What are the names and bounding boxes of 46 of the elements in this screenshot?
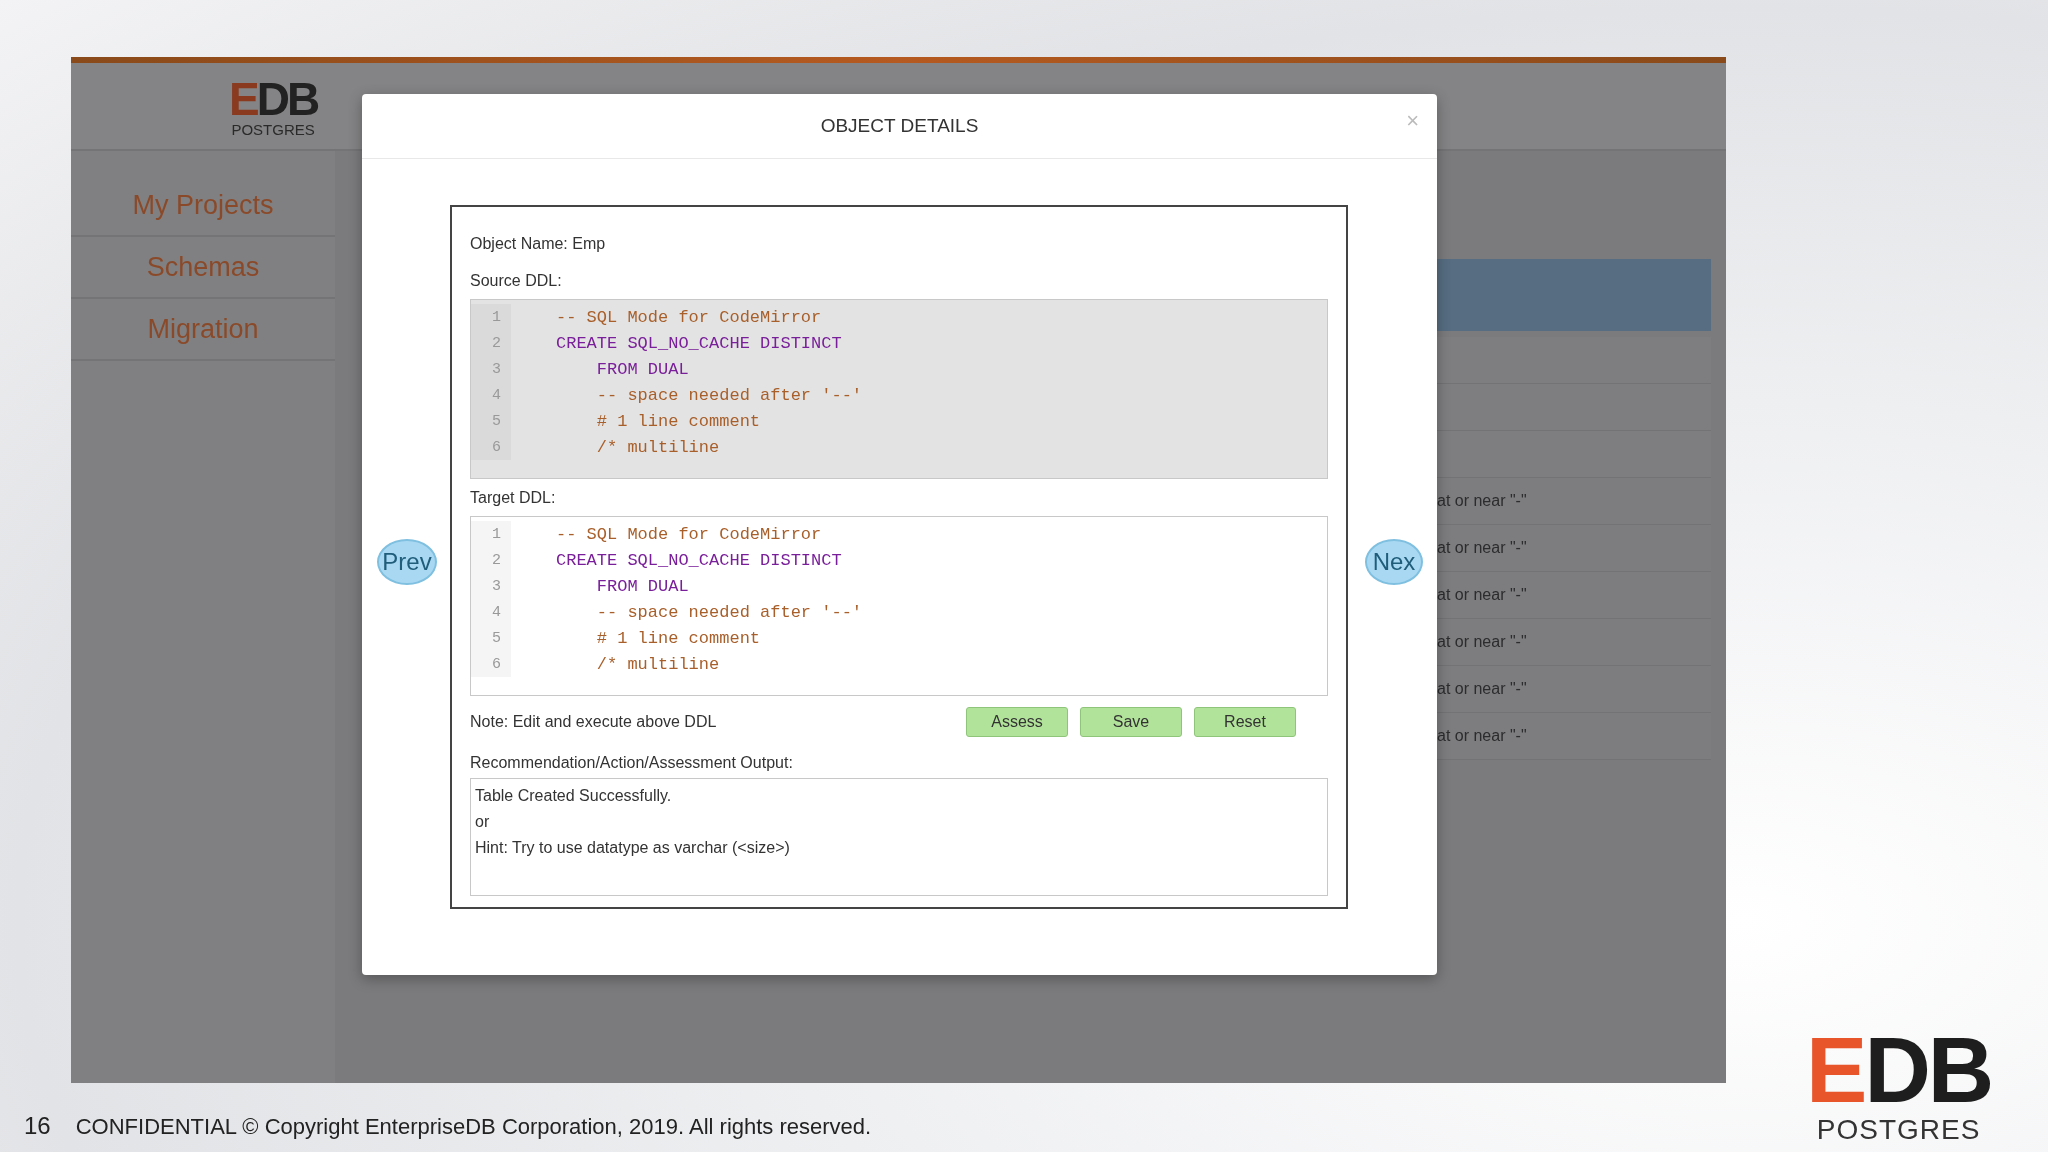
page-number: 16	[24, 1112, 51, 1140]
error-text: at or near "-"	[1437, 633, 1527, 651]
code-line: # 1 line comment	[595, 411, 761, 431]
line-number: 5	[471, 625, 511, 651]
logo: EDB POSTGRES	[229, 75, 318, 137]
dialog-title: OBJECT DETAILS	[820, 115, 979, 137]
line-number: 1	[471, 521, 511, 547]
code-line: -- space needed after '--'	[595, 602, 863, 622]
code-editor[interactable]: 1 -- SQL Mode for CodeMirror 2 CREATE SQL_NO_CACHE DISTINCT 3 FROM DUAL 4 -- space needed after '--' 5 # 1 line comment 6 /* multiline	[470, 299, 1328, 479]
error-text: at or near "-"	[1437, 586, 1527, 604]
action-button[interactable]: Reset	[1194, 707, 1296, 737]
action-button[interactable]: Assess	[966, 707, 1068, 737]
error-text: at or near "-"	[1437, 680, 1527, 698]
code-line: # 1 line comment	[595, 628, 761, 648]
code-line: FROM DUAL	[595, 576, 689, 596]
line-number: 6	[471, 434, 511, 460]
field-label: Recommendation/Action/Assessment Output:	[470, 754, 793, 772]
code-line: FROM DUAL	[595, 359, 689, 379]
line-number: 2	[471, 330, 511, 356]
field-label: Source DDL:	[470, 271, 562, 290]
code-line: CREATE SQL_NO_CACHE DISTINCT	[556, 333, 842, 353]
code-line: -- SQL Mode for CodeMirror	[556, 524, 822, 544]
copyright-text: CONFIDENTIAL © Copyright EnterpriseDB Corporation, 2019. All rights reserved.	[75, 1114, 872, 1140]
note-text: Note: Edit and execute above DDL	[470, 713, 717, 731]
logo: EDB POSTGRES	[1806, 1024, 1992, 1144]
code-line: CREATE SQL_NO_CACHE DISTINCT	[556, 550, 842, 570]
action-button[interactable]: Save	[1080, 707, 1182, 737]
output-field[interactable]: Table Created Successfully. or Hint: Try to use datatype as varchar (<size>)	[470, 778, 1328, 896]
code-line: -- SQL Mode for CodeMirror	[556, 307, 822, 327]
line-number: 3	[471, 573, 511, 599]
code-line: /* multiline	[595, 654, 720, 674]
object-name: Object Name: Emp	[470, 234, 606, 253]
line-number: 6	[471, 651, 511, 677]
line-number: 4	[471, 382, 511, 408]
line-number: 3	[471, 356, 511, 382]
code-line: -- space needed after '--'	[595, 385, 863, 405]
line-number: 5	[471, 408, 511, 434]
code-line: /* multiline	[595, 437, 720, 457]
error-text: at or near "-"	[1437, 539, 1527, 557]
error-text: at or near "-"	[1437, 727, 1527, 745]
error-text: at or near "-"	[1437, 492, 1527, 510]
field-label: Target DDL:	[470, 488, 556, 507]
line-number: 2	[471, 547, 511, 573]
code-editor[interactable]: 1 -- SQL Mode for CodeMirror 2 CREATE SQL_NO_CACHE DISTINCT 3 FROM DUAL 4 -- space needed after '--' 5 # 1 line comment 6 /* multiline	[470, 516, 1328, 696]
line-number: 4	[471, 599, 511, 625]
line-number: 1	[471, 304, 511, 330]
